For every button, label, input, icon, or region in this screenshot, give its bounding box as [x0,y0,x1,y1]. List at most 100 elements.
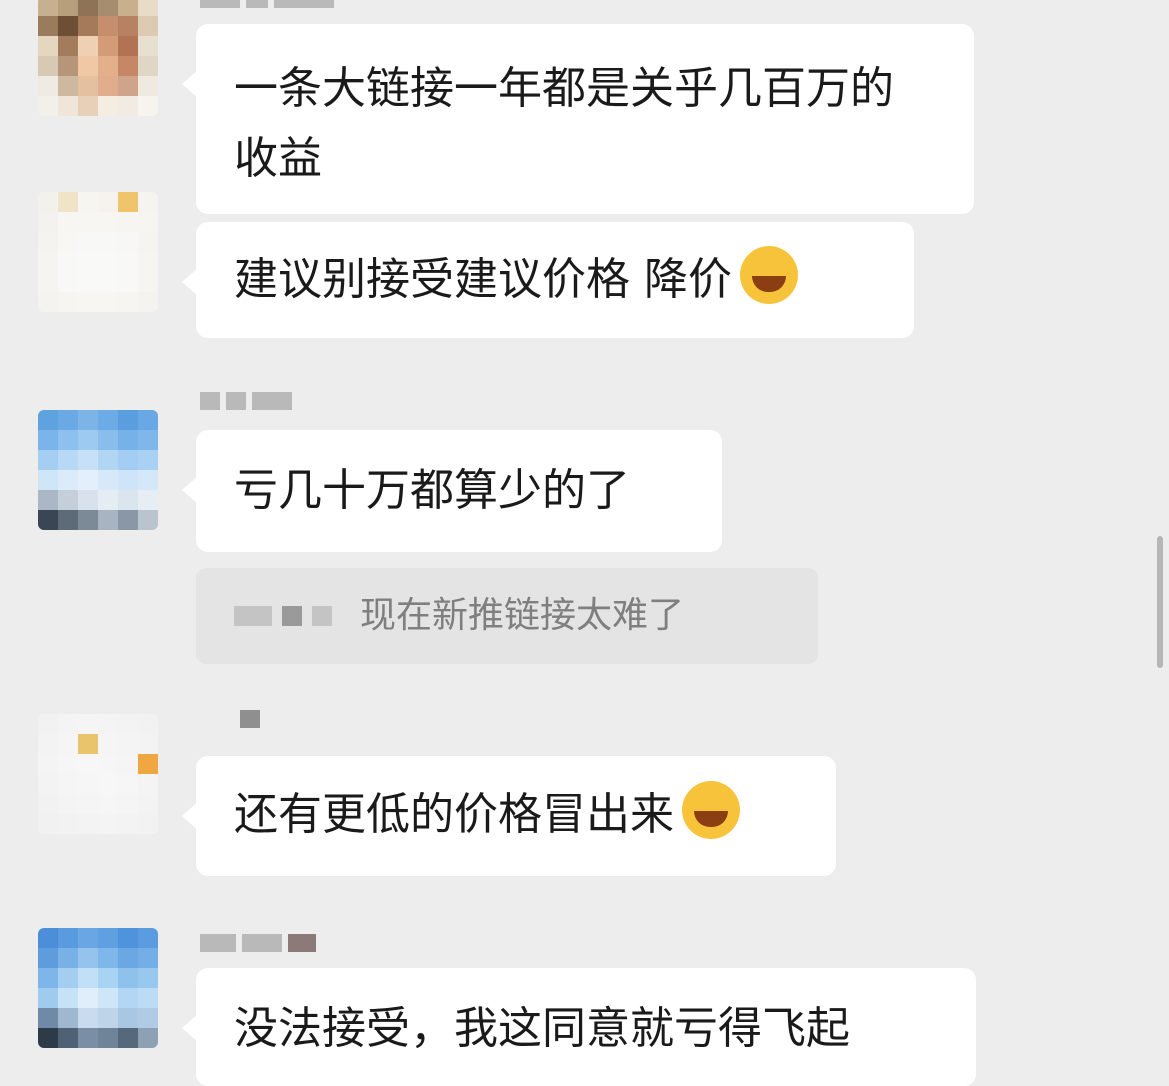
avatar-pixel [58,928,78,948]
avatar[interactable] [38,0,158,116]
avatar-pixel [78,450,98,470]
quoted-message[interactable]: 现在新推链接太难了 [196,568,818,664]
avatar-pixel [98,430,118,450]
avatar-pixel [78,714,98,734]
avatar-pixel [38,252,58,272]
avatar-pixel [138,192,158,212]
avatar-pixel [138,0,158,16]
message-text: 还有更低的价格冒出来 [234,789,674,840]
message-text: 一条大链接一年都是关乎几百万的收益 [234,63,894,184]
avatar-pixel [138,490,158,510]
avatar-pixel [118,272,138,292]
message-bubble[interactable]: 建议别接受建议价格 降价 [182,222,914,338]
avatar-pixel [38,96,58,116]
avatar-pixel [78,272,98,292]
avatar-pixel [138,96,158,116]
avatar[interactable] [38,192,158,312]
avatar-pixel [58,232,78,252]
avatar-pixel [38,490,58,510]
avatar-pixel [138,794,158,814]
avatar-pixel [78,430,98,450]
avatar-pixel [138,410,158,430]
message-bubble[interactable]: 还有更低的价格冒出来 [182,756,836,876]
avatar-pixel [118,928,138,948]
message-bubble[interactable]: 没法接受，我这同意就亏得飞起 [182,968,976,1086]
avatar-pixel [78,192,98,212]
avatar-pixel [58,76,78,96]
avatar-pixel [98,16,118,36]
avatar-pixel [138,988,158,1008]
avatar[interactable] [38,410,158,530]
avatar-pixel [78,1028,98,1048]
avatar-pixel [78,252,98,272]
avatar-pixel [78,76,98,96]
avatar-pixel [58,272,78,292]
avatar-pixel [78,928,98,948]
avatar-pixel [138,470,158,490]
avatar[interactable] [38,714,158,834]
avatar-pixel [98,754,118,774]
avatar-pixel [78,0,98,16]
avatar-pixel [78,470,98,490]
avatar-pixel [58,1028,78,1048]
avatar-pixel [118,56,138,76]
avatar-pixel [118,450,138,470]
avatar-pixel [118,76,138,96]
avatar-pixel [58,988,78,1008]
avatar-pixel [118,1028,138,1048]
avatar-pixel [98,410,118,430]
avatar-pixel [58,56,78,76]
avatar-pixel [58,1008,78,1028]
avatar-pixel [118,232,138,252]
avatar-pixel [58,948,78,968]
avatar-pixel [58,774,78,794]
avatar-pixel [78,96,98,116]
message-bubble[interactable]: 亏几十万都算少的了 [182,430,722,552]
avatar-pixel [38,794,58,814]
avatar-pixel [118,212,138,232]
avatar-pixel [98,252,118,272]
message-text: 亏几十万都算少的了 [234,465,630,516]
scrollbar[interactable] [1157,536,1163,668]
avatar-pixel [38,510,58,530]
avatar-pixel [98,510,118,530]
avatar-pixel [138,1008,158,1028]
avatar-pixel [118,252,138,272]
avatar-pixel [58,714,78,734]
avatar-pixel [118,1008,138,1028]
avatar-pixel [38,1028,58,1048]
avatar-pixel [78,814,98,834]
avatar-pixel [138,272,158,292]
avatar-pixel [78,510,98,530]
avatar-pixel [78,490,98,510]
message-bubble[interactable]: 一条大链接一年都是关乎几百万的收益 [182,24,974,214]
avatar-pixel [78,36,98,56]
avatar-pixel [78,212,98,232]
avatar-pixel [38,232,58,252]
avatar-pixel [58,968,78,988]
avatar[interactable] [38,928,158,1048]
avatar-pixel [138,714,158,734]
avatar-pixel [118,754,138,774]
message-text: 没法接受，我这同意就亏得飞起 [234,1003,850,1054]
avatar-pixel [38,212,58,232]
avatar-pixel [38,734,58,754]
avatar-pixel [78,754,98,774]
avatar-pixel [58,410,78,430]
avatar-pixel [78,794,98,814]
avatar-pixel [98,988,118,1008]
avatar-pixel [138,232,158,252]
avatar-pixel [58,814,78,834]
avatar-pixel [98,948,118,968]
sender-name-redacted [200,388,292,414]
avatar-pixel [78,988,98,1008]
avatar-pixel [58,292,78,312]
sender-name-redacted [240,706,260,732]
avatar-pixel [38,16,58,36]
avatar-pixel [98,272,118,292]
avatar-pixel [118,774,138,794]
avatar-pixel [98,1008,118,1028]
avatar-pixel [58,96,78,116]
avatar-pixel [98,1028,118,1048]
avatar-pixel [58,212,78,232]
